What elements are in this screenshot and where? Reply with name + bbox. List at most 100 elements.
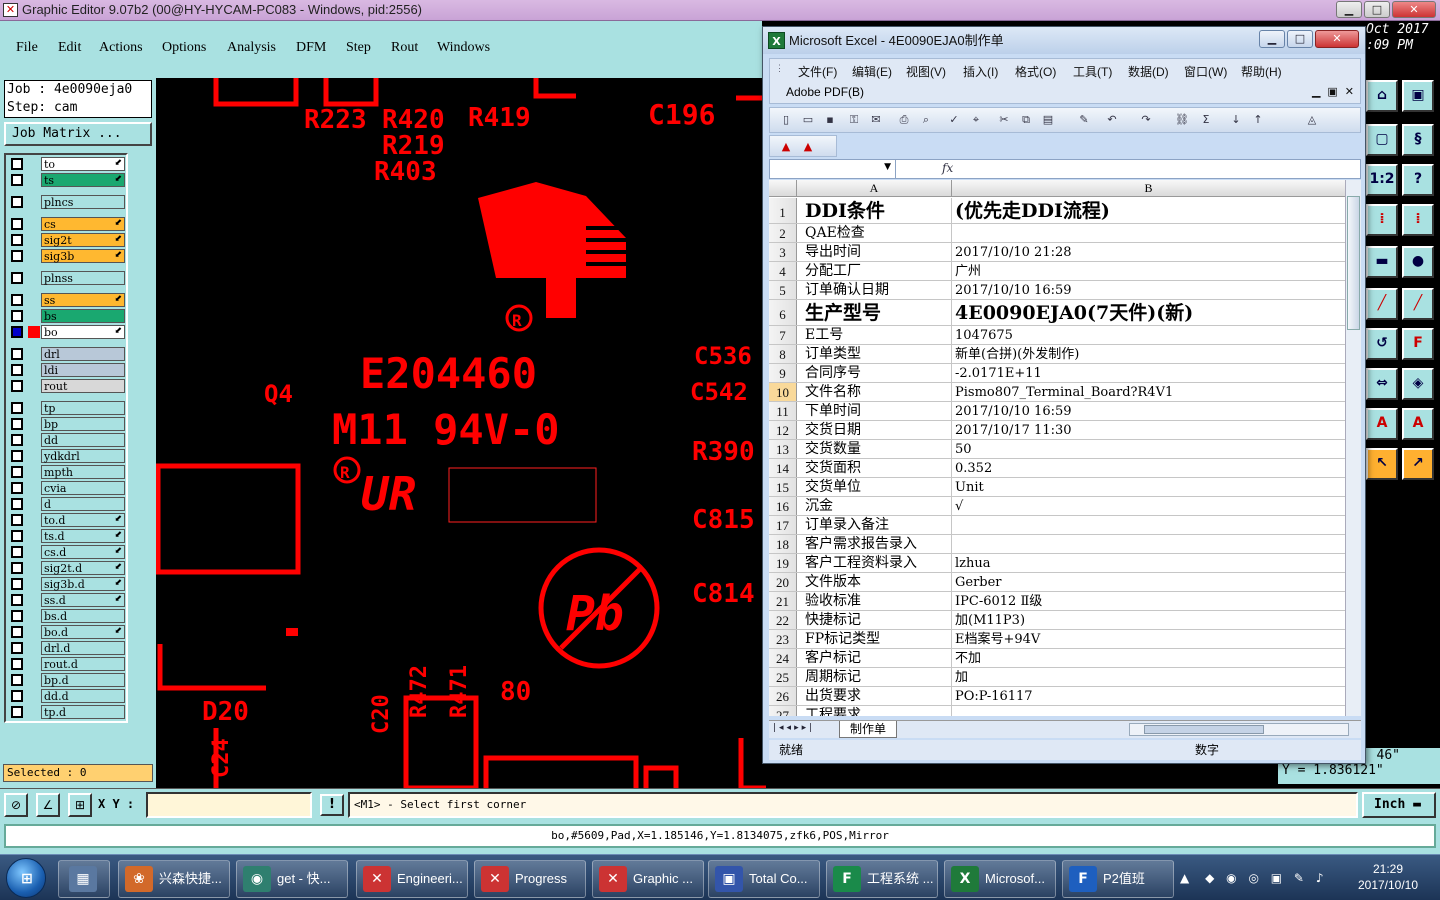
layer-checkbox[interactable] xyxy=(11,562,23,574)
adobe-pdf-menu[interactable]: Adobe PDF(B) xyxy=(786,85,864,99)
row-header[interactable]: 12 xyxy=(769,421,797,439)
cell-a[interactable]: 订单类型 xyxy=(797,345,952,363)
layer-name[interactable]: tp xyxy=(41,401,125,415)
hyperlink-icon[interactable]: ⛓ xyxy=(1174,112,1190,128)
excel-menu-window[interactable]: 窗口(W) xyxy=(1184,63,1227,80)
layer-name[interactable]: ts.d ⬋ xyxy=(41,529,125,543)
job-matrix-button[interactable]: Job Matrix ... xyxy=(4,122,152,146)
cell-b[interactable]: 2017/10/10 16:59 xyxy=(952,281,1345,299)
spelling-icon[interactable]: ✓ xyxy=(946,112,962,128)
layer-name[interactable]: rout xyxy=(41,379,125,393)
excel-window[interactable]: X Microsoft Excel - 4E0090EJA0制作单 ▁ □ ✕ … xyxy=(762,26,1366,764)
layer-name[interactable]: ldi xyxy=(41,363,125,377)
layer-checkbox[interactable] xyxy=(11,348,23,360)
table-row[interactable]: 20 文件版本 Gerber xyxy=(769,573,1345,592)
cell-b[interactable]: 新单(合拼)(外发制作) xyxy=(952,345,1345,363)
layer-row-dd-d[interactable]: dd.d xyxy=(8,689,126,703)
row-header[interactable]: 8 xyxy=(769,345,797,363)
cell-b[interactable]: Unit xyxy=(952,478,1345,496)
cell-b[interactable]: 加(M11P3) xyxy=(952,611,1345,629)
layer-name[interactable]: dd.d xyxy=(41,689,125,703)
layer-name[interactable]: ydkdrl xyxy=(41,449,125,463)
layer-checkbox[interactable] xyxy=(11,642,23,654)
table-row[interactable]: 25 周期标记加 xyxy=(769,668,1345,687)
menu-analysis[interactable]: Analysis xyxy=(227,40,276,56)
home-icon[interactable]: ⌂ xyxy=(1366,80,1398,112)
table-row[interactable]: 19 客户工程资料录入 lzhua xyxy=(769,554,1345,573)
vertical-scrollbar[interactable] xyxy=(1345,180,1361,716)
name-box[interactable]: ▼ xyxy=(770,160,896,178)
column-header-a[interactable]: A xyxy=(797,180,952,197)
paste-icon[interactable]: ▤ xyxy=(1040,112,1056,128)
layer-row-bp[interactable]: bp xyxy=(8,417,126,431)
new-icon[interactable]: ▯ xyxy=(778,112,794,128)
row-header[interactable]: 21 xyxy=(769,592,797,610)
select-cross-icon[interactable]: ↗ xyxy=(1402,448,1434,480)
cell-a[interactable]: 客户需求报告录入 xyxy=(797,535,952,553)
cell-a[interactable]: 订单确认日期 xyxy=(797,281,952,299)
taskbar-item[interactable]: ◉ get - 快... xyxy=(236,860,348,898)
layer-checkbox[interactable] xyxy=(11,658,23,670)
table-row[interactable]: 12 交货日期 2017/10/17 11:30 xyxy=(769,421,1345,440)
layer-checkbox[interactable] xyxy=(11,450,23,462)
autosum-icon[interactable]: Σ xyxy=(1198,112,1214,128)
cell-b[interactable]: 0.352 xyxy=(952,459,1345,477)
layer-name[interactable]: drl.d xyxy=(41,641,125,655)
table-row[interactable]: 27 工程要求 xyxy=(769,706,1345,716)
layer-row-rout[interactable]: rout xyxy=(8,379,126,393)
maximize-button[interactable]: □ xyxy=(1364,1,1390,18)
row-header[interactable]: 17 xyxy=(769,516,797,534)
cell-a[interactable]: 合同序号 xyxy=(797,364,952,382)
table-row[interactable]: 14 交货面积 0.352 xyxy=(769,459,1345,478)
cell-a[interactable]: 分配工厂 xyxy=(797,262,952,280)
cell-a[interactable]: 交货面积 xyxy=(797,459,952,477)
layer-checkbox[interactable] xyxy=(11,380,23,392)
table-row[interactable]: 23 FP标记类型 E档案号+94V xyxy=(769,630,1345,649)
row-header[interactable]: 23 xyxy=(769,630,797,648)
cell-b[interactable] xyxy=(952,516,1345,534)
layer-name[interactable]: cs.d ⬋ xyxy=(41,545,125,559)
cell-a[interactable]: 交货日期 xyxy=(797,421,952,439)
layer-checkbox[interactable] xyxy=(11,364,23,376)
cell-b[interactable]: 2017/10/10 21:28 xyxy=(952,243,1345,261)
layer-row-sig3b-d[interactable]: sig3b.d ⬋ xyxy=(8,577,126,591)
layer-row-cs[interactable]: cs ⬋ xyxy=(8,217,126,231)
layer-name[interactable]: sig3b ⬋ xyxy=(41,249,125,263)
excel-minimize-button[interactable]: ▁ xyxy=(1259,30,1285,48)
text-icon[interactable]: A xyxy=(1366,408,1398,440)
layer-row-cvia[interactable]: cvia xyxy=(8,481,126,495)
ruler-icon[interactable]: ▬ xyxy=(1366,246,1398,278)
layer-name[interactable]: bp xyxy=(41,417,125,431)
help-icon[interactable]: ? xyxy=(1402,164,1434,196)
table-row[interactable]: 10 文件名称 Pismo807_Terminal_Board?R4V1 xyxy=(769,383,1345,402)
cell-b[interactable]: E档案号+94V xyxy=(952,630,1345,648)
row-header[interactable]: 18 xyxy=(769,535,797,553)
layer-name[interactable]: dd xyxy=(41,433,125,447)
table-row[interactable]: 3 导出时间 2017/10/10 21:28 xyxy=(769,243,1345,262)
layer-row-ydkdrl[interactable]: ydkdrl xyxy=(8,449,126,463)
table-row[interactable]: 24 客户标记 不加 xyxy=(769,649,1345,668)
open-icon[interactable]: ▭ xyxy=(800,112,816,128)
tray-chat-icon[interactable]: ✎ xyxy=(1294,871,1304,885)
close-button[interactable]: ✕ xyxy=(1392,1,1436,18)
print-preview-icon[interactable]: ⌕ xyxy=(918,112,934,128)
layer-row-ts-d[interactable]: ts.d ⬋ xyxy=(8,529,126,543)
cell-a[interactable]: 订单录入备注 xyxy=(797,516,952,534)
taskbar-item[interactable]: ✕ Graphic ... xyxy=(592,860,704,898)
table-row[interactable]: 1 DDI条件 (优先走DDI流程) xyxy=(769,198,1345,224)
layer-name[interactable]: cs ⬋ xyxy=(41,217,125,231)
row-header[interactable]: 4 xyxy=(769,262,797,280)
menu-windows[interactable]: Windows xyxy=(437,40,490,56)
layer-name[interactable]: sig2t.d ⬋ xyxy=(41,561,125,575)
layer-checkbox[interactable] xyxy=(11,434,23,446)
row-header[interactable]: 20 xyxy=(769,573,797,591)
line-icon[interactable]: ╱ xyxy=(1366,288,1398,320)
excel-menu-file[interactable]: 文件(F) xyxy=(798,63,837,80)
layer-checkbox[interactable] xyxy=(11,310,23,322)
layer-name[interactable]: bp.d xyxy=(41,673,125,687)
line-alt-icon[interactable]: ╱ xyxy=(1402,288,1434,320)
layer-name[interactable]: sig2t ⬋ xyxy=(41,233,125,247)
snap-off-icon[interactable]: ⊘ xyxy=(4,793,28,817)
row-header[interactable]: 15 xyxy=(769,478,797,496)
layer-row-ss-d[interactable]: ss.d ⬋ xyxy=(8,593,126,607)
